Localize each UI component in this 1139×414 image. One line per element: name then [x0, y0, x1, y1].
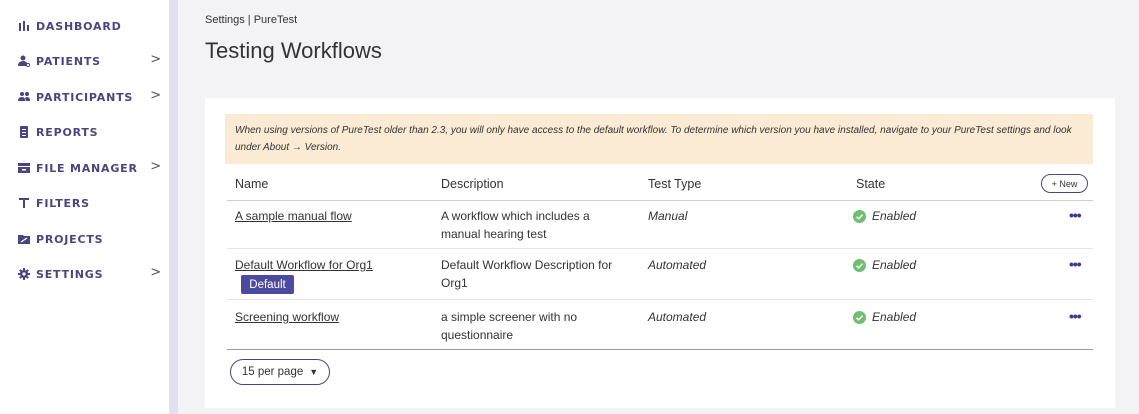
sidebar-item-label: FILTERS	[36, 196, 90, 210]
default-badge: Default	[241, 275, 294, 294]
workflow-name-link[interactable]: Default Workflow for Org1	[235, 256, 373, 274]
column-header-state: State	[856, 177, 886, 191]
row-divider	[227, 248, 1093, 249]
participants-icon	[18, 91, 30, 103]
check-circle-icon	[853, 209, 866, 223]
column-header-test-type: Test Type	[648, 177, 702, 191]
check-circle-icon	[853, 310, 866, 324]
state-label: Enabled	[872, 209, 917, 223]
workflow-description: A workflow which includes a manual heari…	[441, 209, 590, 241]
projects-icon	[18, 233, 30, 245]
row-divider	[227, 299, 1093, 300]
workflow-state: Enabled	[853, 256, 916, 274]
chevron-right-icon: >	[150, 52, 162, 67]
workflow-state: Enabled	[853, 308, 916, 326]
workflow-description: Default Workflow Description for Org1	[441, 258, 613, 290]
workflows-card: When using versions of PureTest older th…	[205, 98, 1115, 408]
sidebar-item-projects[interactable]: PROJECTS	[18, 229, 166, 249]
sidebar-item-dashboard[interactable]: DASHBOARD	[18, 16, 166, 36]
check-circle-icon	[853, 258, 866, 272]
sidebar-item-reports[interactable]: REPORTS	[18, 122, 166, 142]
more-options-button[interactable]: •••	[1069, 207, 1082, 223]
sidebar-item-participants[interactable]: PARTICIPANTS >	[18, 87, 166, 107]
more-options-button[interactable]: •••	[1069, 308, 1082, 324]
page-title: Testing Workflows	[205, 38, 382, 63]
sidebar-divider	[169, 0, 178, 414]
column-header-description: Description	[441, 177, 504, 191]
report-icon	[18, 126, 30, 138]
new-workflow-button[interactable]: + New	[1041, 174, 1088, 193]
file-manager-icon	[18, 162, 30, 174]
chevron-right-icon: >	[150, 88, 162, 103]
chevron-right-icon: >	[150, 265, 162, 280]
breadcrumb: Settings | PureTest	[205, 14, 298, 26]
sidebar: DASHBOARD PATIENTS > PARTICIPANTS > REPO…	[0, 0, 169, 414]
sidebar-item-label: REPORTS	[36, 125, 99, 139]
filter-icon	[18, 197, 30, 209]
workflow-test-type: Manual	[648, 209, 688, 223]
patient-icon	[18, 55, 30, 67]
sidebar-item-patients[interactable]: PATIENTS >	[18, 51, 166, 71]
chevron-right-icon: >	[150, 159, 162, 174]
workflow-state: Enabled	[853, 207, 916, 225]
sidebar-item-filters[interactable]: FILTERS	[18, 193, 166, 213]
sidebar-item-label: DASHBOARD	[36, 19, 122, 33]
column-header-name: Name	[235, 177, 269, 191]
workflow-name-link[interactable]: Screening workflow	[235, 308, 339, 326]
sidebar-item-label: SETTINGS	[36, 267, 104, 281]
table-bottom-divider	[227, 349, 1093, 350]
per-page-label: 15 per page	[241, 366, 304, 378]
sidebar-item-settings[interactable]: SETTINGS >	[18, 264, 166, 284]
version-notice: When using versions of PureTest older th…	[225, 114, 1093, 164]
workflow-test-type: Automated	[648, 258, 707, 272]
workflow-test-type: Automated	[648, 310, 707, 324]
sidebar-item-label: PARTICIPANTS	[36, 90, 134, 104]
more-options-button[interactable]: •••	[1069, 256, 1082, 272]
sidebar-item-label: PATIENTS	[36, 54, 101, 68]
state-label: Enabled	[872, 310, 917, 324]
gear-icon	[18, 268, 30, 280]
bar-chart-icon	[18, 20, 30, 32]
per-page-select[interactable]: 15 per page ▼	[230, 359, 330, 385]
sidebar-item-label: PROJECTS	[36, 232, 104, 246]
sidebar-item-file-manager[interactable]: FILE MANAGER >	[18, 158, 166, 178]
sidebar-item-label: FILE MANAGER	[36, 161, 138, 175]
header-divider	[227, 200, 1093, 201]
state-label: Enabled	[872, 258, 917, 272]
workflow-description: a simple screener with no questionnaire	[441, 310, 578, 342]
caret-down-icon: ▼	[309, 367, 319, 377]
workflow-name-link[interactable]: A sample manual flow	[235, 207, 352, 225]
